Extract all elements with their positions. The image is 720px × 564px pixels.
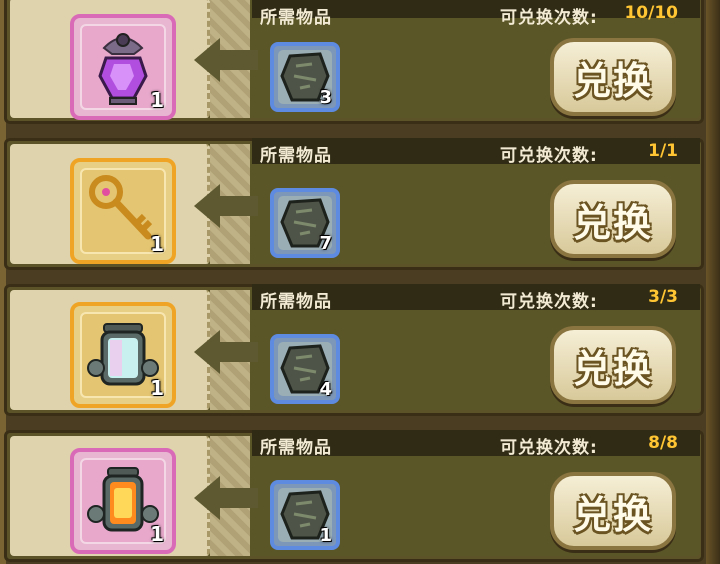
right-frame-scrollbar[interactable] xyxy=(706,0,720,564)
required-items-label: 所需物品 xyxy=(260,292,332,312)
exchange-button[interactable]: 兑换 xyxy=(550,38,676,116)
reward-item-slot[interactable]: 1 xyxy=(70,448,176,554)
exchange-row: 所需物品 可兑换次数: 1/1 1 7 兑换 xyxy=(4,138,704,270)
cost-quantity: 1 xyxy=(319,525,332,546)
reward-item-slot[interactable]: 1 xyxy=(70,302,176,408)
exchange-count-value: 1/1 xyxy=(648,141,678,161)
exchange-button[interactable]: 兑换 xyxy=(550,180,676,258)
exchange-count-value: 8/8 xyxy=(648,433,678,453)
exchange-button-label: 兑换 xyxy=(572,492,653,537)
exchange-button[interactable]: 兑换 xyxy=(550,472,676,550)
arrow-left-icon xyxy=(194,330,220,374)
exchange-button-label: 兑换 xyxy=(572,58,653,103)
reward-quantity: 1 xyxy=(150,232,164,256)
reward-quantity: 1 xyxy=(150,88,164,112)
arrow-left-icon xyxy=(194,184,220,228)
required-items-label: 所需物品 xyxy=(260,8,332,28)
exchange-row: 所需物品 可兑换次数: 3/3 1 4 兑换 xyxy=(4,284,704,416)
exchange-count-label: 可兑换次数: xyxy=(500,146,598,166)
reward-quantity: 1 xyxy=(150,376,164,400)
arrow-left-icon xyxy=(194,38,220,82)
required-items-label: 所需物品 xyxy=(260,438,332,458)
exchange-count-value: 10/10 xyxy=(624,3,678,23)
exchange-count-label: 可兑换次数: xyxy=(500,438,598,458)
exchange-button[interactable]: 兑换 xyxy=(550,326,676,404)
exchange-count-label: 可兑换次数: xyxy=(500,8,598,28)
cost-item-slot[interactable]: 1 xyxy=(270,480,340,550)
reward-quantity: 1 xyxy=(150,522,164,546)
exchange-row: 所需物品 可兑换次数: 8/8 1 1 兑换 xyxy=(4,430,704,562)
exchange-button-label: 兑换 xyxy=(572,200,653,245)
exchange-count-label: 可兑换次数: xyxy=(500,292,598,312)
arrow-left-icon xyxy=(194,476,220,520)
reward-item-slot[interactable]: 1 xyxy=(70,14,176,120)
cost-item-slot[interactable]: 4 xyxy=(270,334,340,404)
exchange-count-value: 3/3 xyxy=(648,287,678,307)
cost-item-slot[interactable]: 3 xyxy=(270,42,340,112)
cost-item-slot[interactable]: 7 xyxy=(270,188,340,258)
exchange-row: 所需物品 可兑换次数: 10/10 1 3 兑换 xyxy=(4,0,704,124)
required-items-label: 所需物品 xyxy=(260,146,332,166)
reward-item-slot[interactable]: 1 xyxy=(70,158,176,264)
cost-quantity: 4 xyxy=(319,379,332,400)
cost-quantity: 3 xyxy=(319,87,332,108)
cost-quantity: 7 xyxy=(319,233,332,254)
exchange-button-label: 兑换 xyxy=(572,346,653,391)
